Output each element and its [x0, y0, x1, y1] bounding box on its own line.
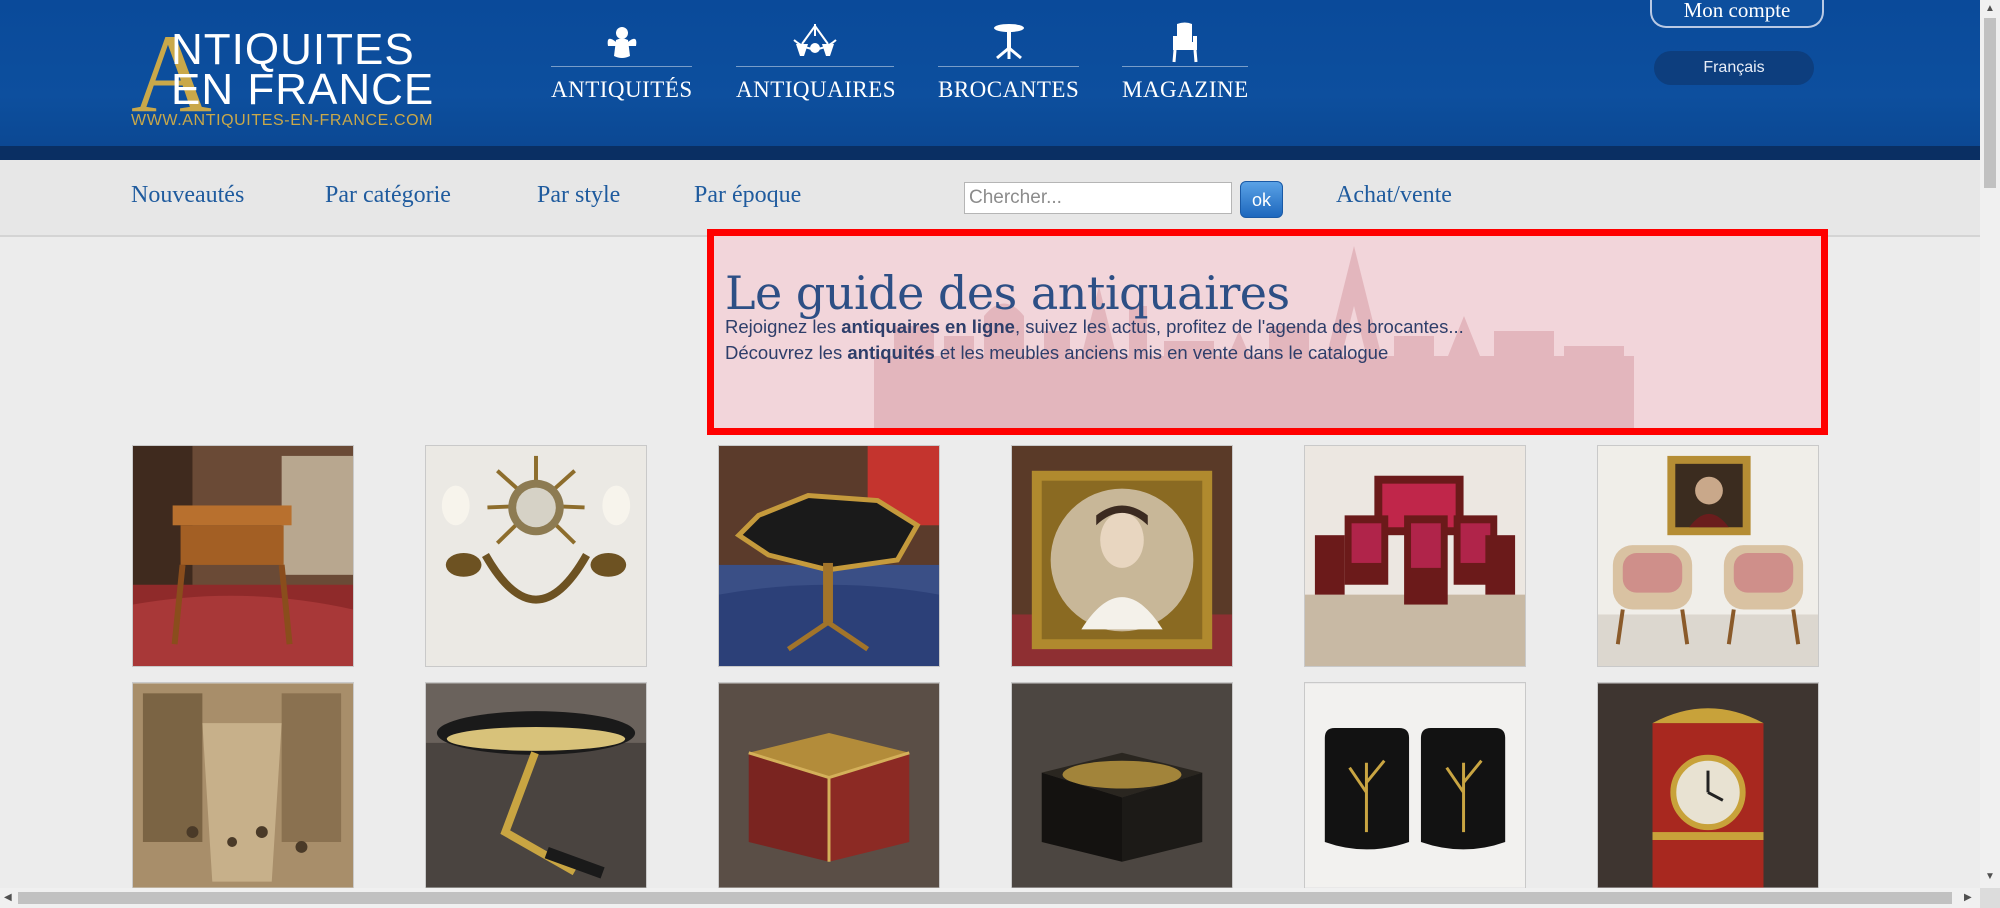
subnav-achat-vente[interactable]: Achat/vente	[1336, 182, 1452, 209]
product-thumbnail-4[interactable]	[1011, 445, 1233, 667]
street-painting-photo	[133, 683, 353, 888]
product-thumbnail-10[interactable]	[1011, 682, 1233, 888]
product-thumbnail-3[interactable]	[718, 445, 940, 667]
logo-url: WWW.ANTIQUITES-EN-FRANCE.COM	[131, 112, 434, 129]
scroll-left-arrow-icon[interactable]: ◀	[4, 893, 12, 903]
hero-line-1-end: , suivez les actus, profitez de l'agenda…	[1014, 316, 1464, 337]
lacquer-panels-photo	[1305, 683, 1525, 888]
boulle-clock-photo	[1598, 683, 1818, 888]
hero-line-1: Rejoignez les antiquaires en ligne, suiv…	[725, 316, 1464, 338]
nav-magazine-label: MAGAZINE	[1122, 77, 1249, 102]
header-divider-band	[0, 146, 1980, 160]
boulle-box-photo	[719, 683, 939, 888]
nav-brocantes[interactable]: BROCANTES	[938, 22, 1079, 103]
product-thumbnail-12[interactable]	[1597, 682, 1819, 888]
nav-antiquites[interactable]: ANTIQUITÉS	[551, 22, 692, 103]
red-salon-set-photo	[1305, 446, 1525, 666]
scrollbar-corner	[1980, 888, 2000, 908]
product-thumbnail-2[interactable]	[425, 445, 647, 667]
hero-line-2-end: et les meubles anciens mis en vente dans…	[934, 342, 1389, 363]
product-thumbnail-11[interactable]	[1304, 682, 1526, 888]
product-thumbnail-6[interactable]	[1597, 445, 1819, 667]
subnav-par-style[interactable]: Par style	[537, 182, 620, 209]
armchair-icon	[1122, 22, 1248, 67]
hero-line-1-start: Rejoignez les	[725, 316, 842, 337]
logo-line-2: EN FRANCE	[171, 65, 435, 114]
hero-line-2-start: Découvrez les	[725, 342, 848, 363]
language-selector[interactable]: Français	[1654, 51, 1814, 85]
portrait-painting-photo	[1012, 446, 1232, 666]
hero-title: Le guide des antiquaires	[725, 266, 1290, 320]
vertical-scrollbar[interactable]: ▲ ▼	[1980, 0, 2000, 888]
scroll-right-arrow-icon[interactable]: ▶	[1964, 893, 1972, 903]
hero-link-antiquites[interactable]: antiquités	[847, 342, 934, 363]
search-input[interactable]	[964, 182, 1232, 214]
nav-magazine[interactable]: MAGAZINE	[1122, 22, 1248, 103]
nav-brocantes-label: BROCANTES	[938, 77, 1080, 102]
search-ok-button[interactable]: ok	[1240, 181, 1283, 218]
vertical-scrollbar-thumb[interactable]	[1984, 18, 1996, 188]
scroll-down-arrow-icon[interactable]: ▼	[1985, 872, 1995, 882]
product-thumbnail-8[interactable]	[425, 682, 647, 888]
nav-antiquaires[interactable]: ANTIQUAIRES	[736, 22, 897, 103]
octagonal-table-photo	[719, 446, 939, 666]
hero-link-antiquaires-en-ligne[interactable]: antiquaires en ligne	[841, 316, 1015, 337]
subnav-par-epoque[interactable]: Par époque	[694, 182, 801, 209]
subnav-nouveautes[interactable]: Nouveautés	[131, 182, 244, 209]
site-logo[interactable]: A NTIQUITES EN FRANCE WWW.ANTIQUITES-EN-…	[131, 18, 451, 132]
cherub-icon	[551, 22, 692, 67]
hero-banner: Le guide des antiquaires Rejoignez les a…	[707, 229, 1828, 435]
small-table-photo	[133, 446, 353, 666]
product-thumbnail-5[interactable]	[1304, 445, 1526, 667]
product-thumbnail-9[interactable]	[718, 682, 940, 888]
horizontal-scrollbar-thumb[interactable]	[18, 892, 1952, 904]
product-thumbnail-7[interactable]	[132, 682, 354, 888]
hero-line-2: Découvrez les antiquités et les meubles …	[725, 342, 1388, 364]
nav-antiquites-label: ANTIQUITÉS	[551, 77, 693, 102]
black-box-photo	[1012, 683, 1232, 888]
site-header: A NTIQUITES EN FRANCE WWW.ANTIQUITES-EN-…	[0, 0, 1980, 160]
horizontal-scrollbar[interactable]: ◀ ▶	[0, 888, 1980, 908]
desk-lamp-photo	[426, 683, 646, 888]
sunburst-mirror-sconce-photo	[426, 446, 646, 666]
my-account-button[interactable]: Mon compte	[1650, 0, 1824, 28]
subnav-par-categorie[interactable]: Par catégorie	[325, 182, 451, 209]
product-thumbnail-1[interactable]	[132, 445, 354, 667]
armchairs-with-portrait-photo	[1598, 446, 1818, 666]
scroll-up-arrow-icon[interactable]: ▲	[1985, 4, 1995, 14]
gueridon-table-icon	[938, 22, 1079, 67]
nav-antiquaires-label: ANTIQUAIRES	[736, 77, 897, 102]
chandelier-icon	[736, 22, 894, 67]
secondary-nav: Nouveautés Par catégorie Par style Par é…	[0, 160, 1980, 237]
